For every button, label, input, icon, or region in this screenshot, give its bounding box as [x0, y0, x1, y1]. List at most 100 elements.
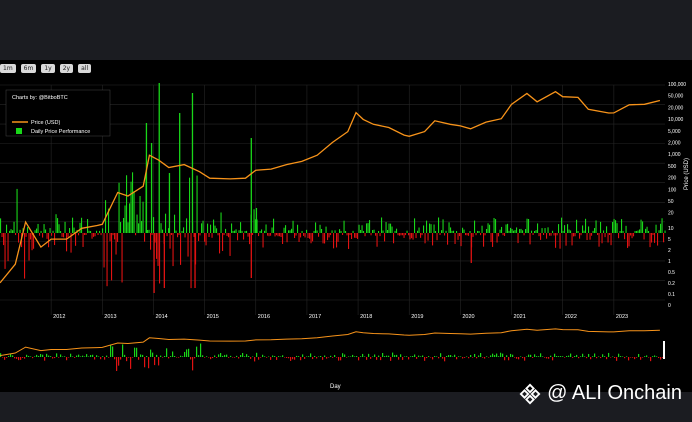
loss-bar [348, 233, 350, 249]
nav-loss-bar [648, 357, 650, 358]
loss-bar [397, 233, 399, 236]
nav-loss-bar [402, 357, 404, 360]
gain-bar [582, 225, 584, 233]
gain-bar [381, 217, 383, 233]
loss-bar [523, 233, 525, 236]
nav-gain-bar [368, 353, 370, 357]
loss-bar [91, 233, 93, 239]
nav-gain-bar [274, 356, 276, 357]
x-axis-label: Day [330, 384, 341, 390]
nav-loss-bar [24, 357, 26, 359]
loss-bar [472, 233, 474, 237]
nav-loss-bar [266, 357, 268, 358]
loss-bar [249, 233, 251, 245]
nav-gain-bar [12, 355, 14, 357]
nav-gain-bar [638, 353, 640, 357]
nav-loss-bar [260, 357, 262, 358]
nav-gain-bar [186, 349, 188, 357]
loss-bar [342, 233, 344, 236]
loss-bar [586, 233, 588, 241]
gain-bar [288, 230, 290, 233]
binance-logo-icon [519, 383, 541, 404]
gain-bar [366, 223, 368, 233]
nav-loss-bar [4, 357, 6, 360]
loss-bar [498, 233, 500, 237]
loss-bar [610, 233, 612, 246]
nav-gain-bar [200, 343, 202, 357]
nav-gain-bar [510, 353, 512, 357]
gain-bar [129, 203, 131, 233]
nav-gain-bar [240, 355, 242, 357]
gain-bar [120, 222, 122, 233]
loss-bar [279, 233, 281, 237]
loss-bar [75, 233, 77, 246]
loss-bar [579, 233, 581, 239]
loss-bar [270, 233, 272, 236]
nav-gain-bar [344, 354, 346, 357]
loss-bar [550, 233, 552, 236]
nav-gain-bar [110, 344, 112, 357]
nav-loss-bar [204, 357, 206, 358]
gain-bar [516, 227, 518, 233]
nav-loss-bar [22, 357, 24, 358]
price-chart: 2012 2013 2014 2015 2016 2017 2018 2019 2020 2021… [0, 82, 690, 390]
gain-bar [645, 228, 647, 233]
nav-gain-bar [214, 355, 216, 357]
loss-bar [627, 233, 629, 248]
loss-bar [115, 233, 117, 255]
legend-performance-swatch [16, 128, 22, 134]
gain-bar [232, 230, 234, 233]
nav-gain-bar [324, 355, 326, 357]
gain-bar [391, 226, 393, 233]
nav-gain-bar [454, 354, 456, 357]
nav-gain-bar [262, 354, 264, 357]
nav-loss-bar [68, 357, 70, 358]
nav-loss-bar [544, 357, 546, 358]
loss-bar [150, 233, 152, 250]
gain-bar [385, 222, 387, 233]
gain-bar [12, 230, 14, 233]
gain-bar [568, 229, 570, 233]
y-tick-price: 20 [668, 211, 674, 217]
nav-gain-bar [354, 356, 356, 357]
nav-gain-bar [498, 356, 500, 357]
loss-bar [114, 233, 116, 240]
loss-bar [30, 233, 32, 240]
nav-gain-bar [588, 353, 590, 357]
legend-performance-label: Daily Price Performance [31, 129, 90, 135]
loss-bar [198, 233, 200, 242]
nav-loss-bar [168, 357, 170, 359]
loss-bar [268, 233, 270, 237]
loss-bar [490, 233, 492, 243]
loss-bar [370, 233, 372, 236]
gain-spike-bar [255, 208, 258, 233]
loss-bar [229, 233, 231, 256]
loss-bar [654, 233, 656, 243]
nav-gain-bar [394, 355, 396, 357]
loss-bar [226, 233, 228, 236]
loss-bar [405, 233, 407, 236]
loss-bar [657, 233, 659, 246]
nav-loss-bar [6, 357, 8, 358]
loss-bar [624, 233, 626, 240]
nav-gain-bar [592, 356, 594, 357]
nav-gain-bar [534, 354, 536, 357]
loss-bar [18, 233, 20, 243]
loss-bar [454, 233, 456, 244]
loss-bar [421, 233, 423, 236]
nav-loss-bar [58, 357, 60, 358]
x-tick-label: 2019 [411, 314, 423, 320]
gain-bar [0, 218, 2, 233]
nav-gain-bar [156, 354, 158, 357]
loss-bar [109, 233, 111, 242]
gain-spike-bar [250, 138, 252, 233]
gain-bar [238, 230, 240, 233]
nav-loss-bar [596, 357, 598, 359]
loss-bar [546, 233, 548, 239]
gain-bar [390, 223, 392, 233]
gain-bar [661, 218, 663, 233]
nav-loss-bar [476, 357, 478, 359]
gain-bar [537, 223, 539, 233]
nav-gain-bar [372, 356, 374, 357]
nav-gain-bar [28, 355, 30, 357]
